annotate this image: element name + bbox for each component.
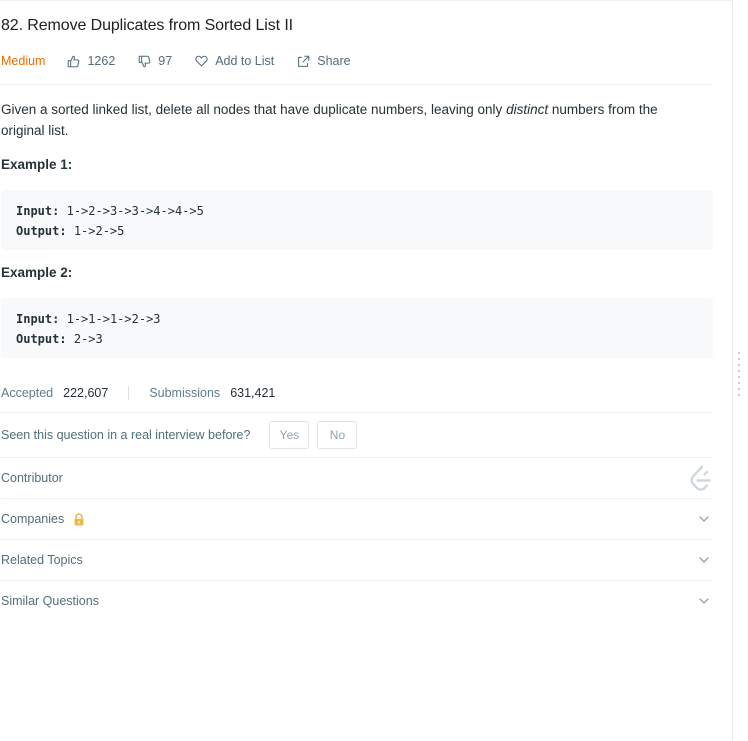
- resize-dot: [738, 376, 740, 378]
- example-2-code-block: Input: 1->1->1->2->3 Output: 2->3: [1, 298, 713, 358]
- interview-prompt: Seen this question in a real interview b…: [1, 421, 358, 449]
- thumbs-down-icon: [138, 55, 151, 67]
- related-topics-section[interactable]: Related Topics: [1, 540, 713, 580]
- problem-title: 82. Remove Duplicates from Sorted List I…: [1, 17, 294, 34]
- stats-divider: [1, 412, 713, 413]
- companies-label: Companies: [1, 512, 65, 526]
- resize-dot: [738, 388, 740, 390]
- resize-dot: [738, 364, 740, 366]
- accepted-label: Accepted: [1, 386, 54, 400]
- contributor-logo-icon: [690, 465, 711, 491]
- related-topics-label: Related Topics: [1, 553, 83, 567]
- similar-questions-label: Similar Questions: [1, 594, 99, 608]
- problem-meta-bar: Medium 1262 97 Add to List Share: [1, 52, 374, 70]
- example-1-output-label: Output:: [16, 224, 67, 238]
- example-2-input: 1->1->1->2->3: [66, 312, 161, 326]
- add-to-list-button[interactable]: Add to List: [195, 54, 274, 68]
- resize-dot: [738, 352, 740, 354]
- submission-stats: Accepted 222,607 Submissions 631,421: [1, 383, 275, 403]
- submissions-label: Submissions: [149, 386, 221, 400]
- dislike-button[interactable]: 97: [138, 54, 172, 68]
- interview-no-button[interactable]: No: [317, 421, 358, 449]
- thumbs-up-icon: [68, 55, 80, 67]
- submissions-value: 631,421: [230, 386, 276, 400]
- example-1-output: 1->2->5: [73, 224, 125, 238]
- example-1-input-label: Input:: [16, 204, 60, 218]
- chevron-down-icon: [699, 557, 709, 563]
- example-1-heading: Example 1:: [1, 157, 73, 172]
- description-text-start: Given a sorted linked list, delete all n…: [1, 102, 507, 117]
- example-2-input-label: Input:: [16, 312, 60, 326]
- companies-section[interactable]: Companies: [1, 499, 713, 539]
- header-divider: [1, 84, 713, 85]
- description-emphasis: distinct: [506, 102, 549, 117]
- panel-resize-handle[interactable]: [737, 352, 741, 396]
- problem-description-panel: 82. Remove Duplicates from Sorted List I…: [0, 0, 733, 741]
- share-label: Share: [317, 54, 351, 68]
- resize-dot: [738, 370, 740, 372]
- example-1-input: 1->2->3->3->4->4->5: [66, 204, 204, 218]
- interview-question: Seen this question in a real interview b…: [1, 428, 251, 442]
- chevron-down-icon: [699, 598, 709, 604]
- like-count: 1262: [87, 54, 116, 68]
- heart-icon: [195, 55, 208, 67]
- stats-separator: [128, 386, 130, 400]
- resize-dot: [738, 382, 740, 384]
- interview-yes-button[interactable]: Yes: [269, 421, 310, 449]
- resize-dot: [738, 358, 740, 360]
- dislike-count: 97: [158, 54, 173, 68]
- problem-description: Given a sorted linked list, delete all n…: [1, 99, 701, 141]
- similar-questions-section[interactable]: Similar Questions: [1, 581, 713, 621]
- example-2-heading: Example 2:: [1, 265, 73, 280]
- example-2-output: 2->3: [73, 332, 103, 346]
- example-1-code-block: Input: 1->2->3->3->4->4->5 Output: 1->2-…: [1, 190, 713, 250]
- add-to-list-label: Add to List: [215, 54, 275, 68]
- lock-icon: [74, 512, 84, 525]
- contributor-section[interactable]: Contributor: [1, 458, 713, 498]
- like-button[interactable]: 1262: [67, 54, 115, 68]
- share-icon: [298, 55, 310, 67]
- resize-dot: [738, 394, 740, 396]
- example-2-output-label: Output:: [16, 332, 67, 346]
- chevron-down-icon: [699, 516, 709, 522]
- contributor-label: Contributor: [1, 471, 63, 485]
- difficulty-label: Medium: [1, 54, 46, 68]
- share-button[interactable]: Share: [297, 54, 351, 68]
- accepted-value: 222,607: [63, 386, 109, 400]
